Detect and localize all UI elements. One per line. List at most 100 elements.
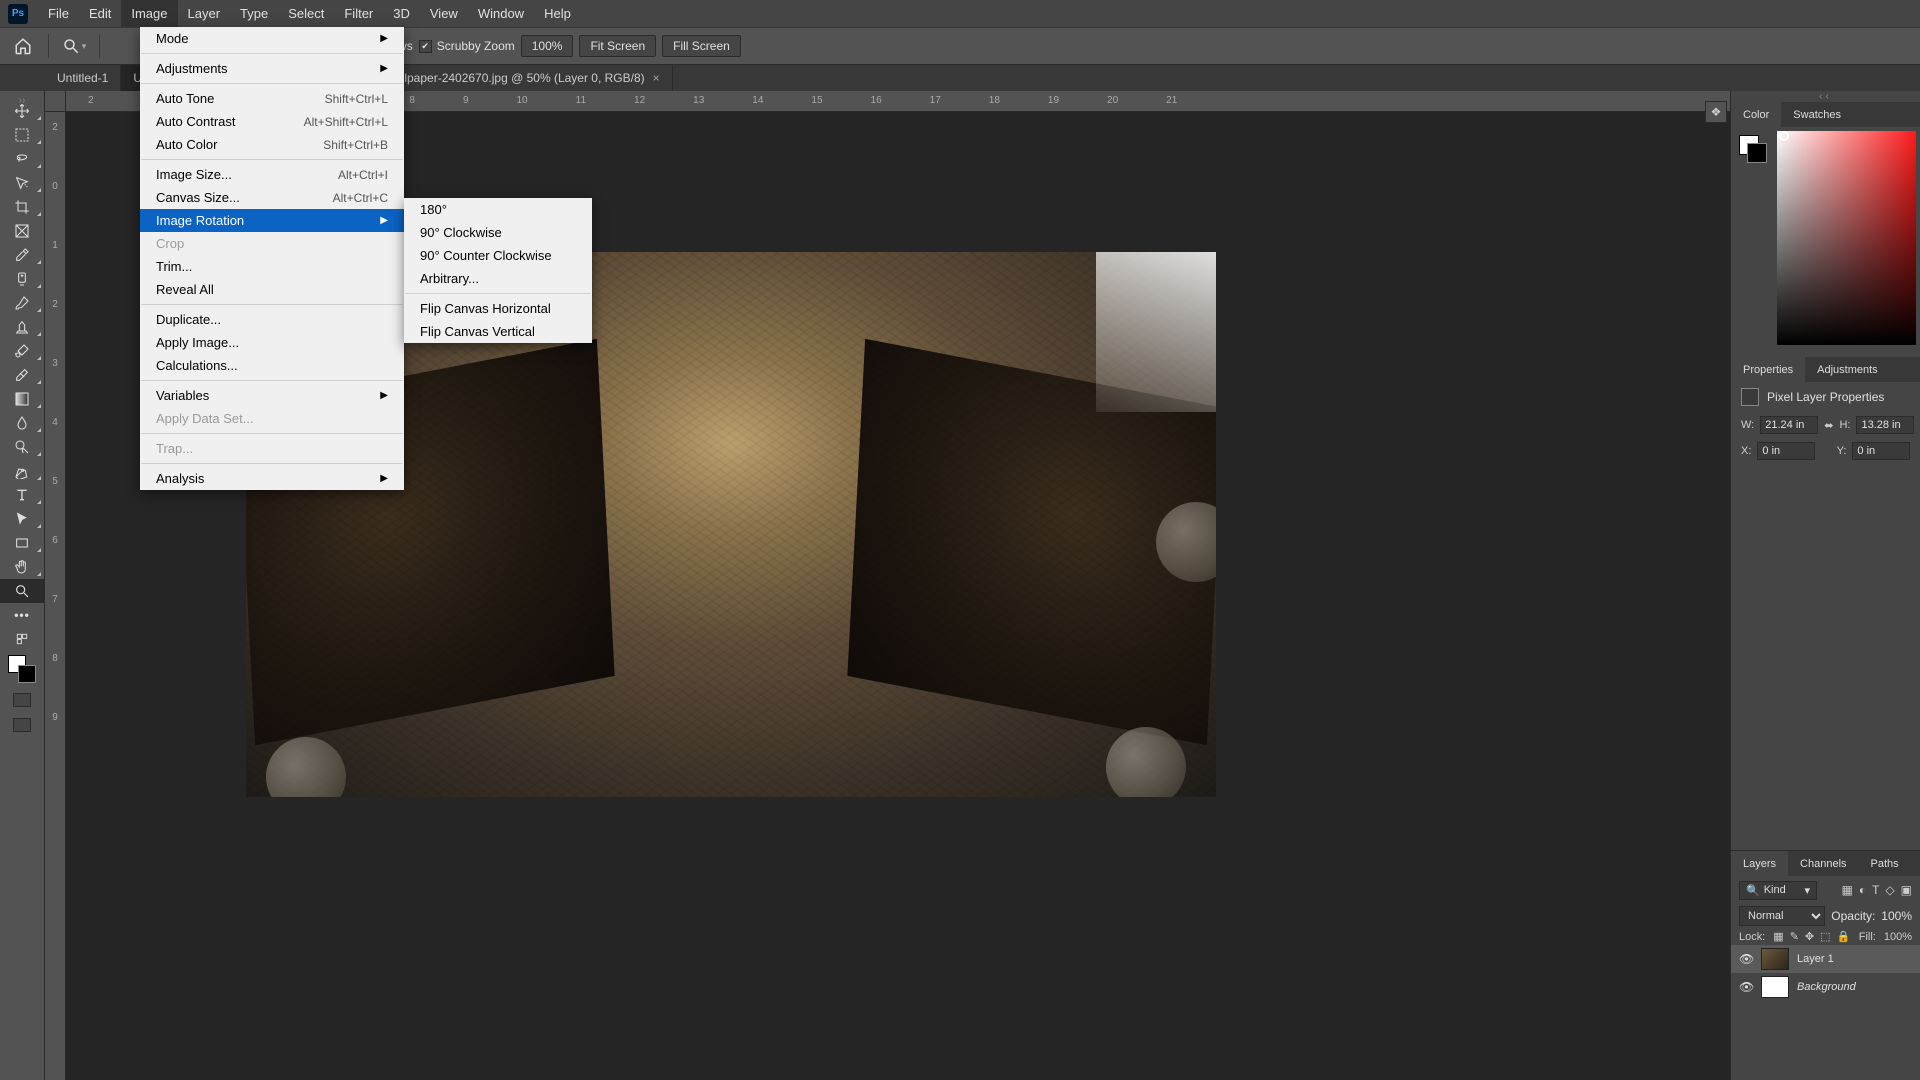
menu-edit[interactable]: Edit bbox=[79, 0, 121, 27]
filter-shape-icon[interactable]: ◇ bbox=[1885, 883, 1894, 897]
menu-item[interactable]: 90° Clockwise bbox=[404, 221, 592, 244]
lock-all-icon[interactable]: 🔒 bbox=[1837, 930, 1851, 943]
layer-item[interactable]: 👁 Layer 1 bbox=[1731, 945, 1920, 973]
edit-toolbar[interactable] bbox=[0, 627, 45, 651]
path-select-tool[interactable] bbox=[0, 507, 45, 531]
dock-handle[interactable]: ‹‹ bbox=[1731, 91, 1920, 102]
dodge-tool[interactable] bbox=[0, 435, 45, 459]
tab-layers[interactable]: Layers bbox=[1731, 851, 1788, 876]
menu-item[interactable]: Arbitrary... bbox=[404, 267, 592, 290]
rectangle-tool[interactable] bbox=[0, 531, 45, 555]
menu-item[interactable]: 90° Counter Clockwise bbox=[404, 244, 592, 267]
marquee-tool[interactable] bbox=[0, 123, 45, 147]
menu-item[interactable]: Flip Canvas Horizontal bbox=[404, 297, 592, 320]
x-field[interactable] bbox=[1757, 442, 1815, 460]
menu-item[interactable]: Mode▶ bbox=[140, 27, 404, 50]
quick-select-tool[interactable] bbox=[0, 171, 45, 195]
lock-transparent-icon[interactable]: ▦ bbox=[1773, 930, 1783, 943]
menu-item[interactable]: Analysis▶ bbox=[140, 467, 404, 490]
visibility-toggle-icon[interactable]: 👁 bbox=[1739, 980, 1753, 994]
menu-item[interactable]: Apply Image... bbox=[140, 331, 404, 354]
eyedropper-tool[interactable] bbox=[0, 243, 45, 267]
menu-item[interactable]: Adjustments▶ bbox=[140, 57, 404, 80]
more-tools[interactable]: ••• bbox=[0, 603, 45, 627]
menu-item[interactable]: Canvas Size...Alt+Ctrl+C bbox=[140, 186, 404, 209]
menu-type[interactable]: Type bbox=[230, 0, 278, 27]
blend-mode-select[interactable]: Normal bbox=[1739, 906, 1825, 926]
frame-tool[interactable] bbox=[0, 219, 45, 243]
quick-mask-toggle[interactable] bbox=[13, 693, 31, 707]
lasso-tool[interactable] bbox=[0, 147, 45, 171]
home-icon[interactable] bbox=[8, 31, 38, 61]
menu-file[interactable]: File bbox=[38, 0, 79, 27]
color-swatch[interactable] bbox=[1739, 135, 1767, 163]
eraser-tool[interactable] bbox=[0, 363, 45, 387]
menu-item[interactable]: Image Rotation▶ bbox=[140, 209, 404, 232]
foreground-background-swatch[interactable] bbox=[8, 655, 36, 683]
history-brush-tool[interactable] bbox=[0, 339, 45, 363]
close-icon[interactable]: × bbox=[653, 71, 660, 85]
filter-adjust-icon[interactable]: ◐ bbox=[1859, 883, 1866, 897]
lock-pixels-icon[interactable]: ✎ bbox=[1790, 930, 1799, 943]
healing-brush-tool[interactable] bbox=[0, 267, 45, 291]
document-tab[interactable]: Untitled-1 bbox=[45, 65, 121, 91]
move-tool[interactable] bbox=[0, 99, 45, 123]
tab-properties[interactable]: Properties bbox=[1731, 357, 1805, 382]
menu-item[interactable]: Auto ColorShift+Ctrl+B bbox=[140, 133, 404, 156]
zoom-tool[interactable] bbox=[0, 579, 45, 603]
menu-item[interactable]: Duplicate... bbox=[140, 308, 404, 331]
menu-item[interactable]: Reveal All bbox=[140, 278, 404, 301]
clone-stamp-tool[interactable] bbox=[0, 315, 45, 339]
menu-window[interactable]: Window bbox=[468, 0, 534, 27]
menu-view[interactable]: View bbox=[420, 0, 468, 27]
type-tool[interactable] bbox=[0, 483, 45, 507]
brush-tool[interactable] bbox=[0, 291, 45, 315]
menu-select[interactable]: Select bbox=[278, 0, 334, 27]
fill-value[interactable]: 100% bbox=[1884, 931, 1912, 943]
menu-item[interactable]: Auto ContrastAlt+Shift+Ctrl+L bbox=[140, 110, 404, 133]
screen-mode-toggle[interactable] bbox=[13, 718, 31, 732]
width-field[interactable] bbox=[1760, 416, 1818, 434]
layer-item[interactable]: 👁 Background bbox=[1731, 973, 1920, 1001]
menu-item[interactable]: Trim... bbox=[140, 255, 404, 278]
scrubby-zoom-checkbox[interactable]: Scrubby Zoom bbox=[419, 39, 515, 53]
collapse-dock-button[interactable]: ❖ bbox=[1705, 101, 1727, 123]
menu-item[interactable]: Calculations... bbox=[140, 354, 404, 377]
color-picker[interactable] bbox=[1777, 131, 1916, 345]
gradient-tool[interactable] bbox=[0, 387, 45, 411]
menu-item[interactable]: Image Size...Alt+Ctrl+I bbox=[140, 163, 404, 186]
menu-item[interactable]: Flip Canvas Vertical bbox=[404, 320, 592, 343]
menu-layer[interactable]: Layer bbox=[178, 0, 231, 27]
opacity-value[interactable]: 100% bbox=[1881, 909, 1912, 923]
fit-screen-button[interactable]: Fit Screen bbox=[579, 35, 656, 57]
lock-position-icon[interactable]: ✥ bbox=[1805, 930, 1814, 943]
tab-swatches[interactable]: Swatches bbox=[1781, 102, 1853, 127]
height-field[interactable] bbox=[1856, 416, 1914, 434]
menu-help[interactable]: Help bbox=[534, 0, 581, 27]
zoom-100-button[interactable]: 100% bbox=[521, 35, 574, 57]
menu-item[interactable]: 180° bbox=[404, 198, 592, 221]
link-icon[interactable]: ⬌ bbox=[1824, 417, 1833, 433]
hand-tool[interactable] bbox=[0, 555, 45, 579]
layer-filter-kind[interactable]: 🔍Kind▾ bbox=[1739, 881, 1817, 900]
y-field[interactable] bbox=[1852, 442, 1910, 460]
visibility-toggle-icon[interactable]: 👁 bbox=[1739, 952, 1753, 966]
crop-tool[interactable] bbox=[0, 195, 45, 219]
tab-channels[interactable]: Channels bbox=[1788, 851, 1858, 876]
blur-tool[interactable] bbox=[0, 411, 45, 435]
tab-color[interactable]: Color bbox=[1731, 102, 1781, 127]
fill-screen-button[interactable]: Fill Screen bbox=[662, 35, 741, 57]
filter-smart-icon[interactable]: ▣ bbox=[1901, 883, 1912, 897]
menu-image[interactable]: Image bbox=[121, 0, 177, 27]
filter-type-icon[interactable]: T bbox=[1872, 883, 1879, 897]
tab-paths[interactable]: Paths bbox=[1859, 851, 1911, 876]
pen-tool[interactable] bbox=[0, 459, 45, 483]
zoom-tool-icon[interactable]: ▾ bbox=[59, 31, 89, 61]
filter-pixel-icon[interactable]: ▦ bbox=[1841, 883, 1852, 897]
lock-artboard-icon[interactable]: ⬚ bbox=[1820, 930, 1830, 943]
menu-3d[interactable]: 3D bbox=[383, 0, 420, 27]
tab-adjustments[interactable]: Adjustments bbox=[1805, 357, 1890, 382]
menu-item[interactable]: Auto ToneShift+Ctrl+L bbox=[140, 87, 404, 110]
menu-item[interactable]: Variables▶ bbox=[140, 384, 404, 407]
document-tab[interactable]: wallpaper-2402670.jpg @ 50% (Layer 0, RG… bbox=[374, 65, 672, 91]
